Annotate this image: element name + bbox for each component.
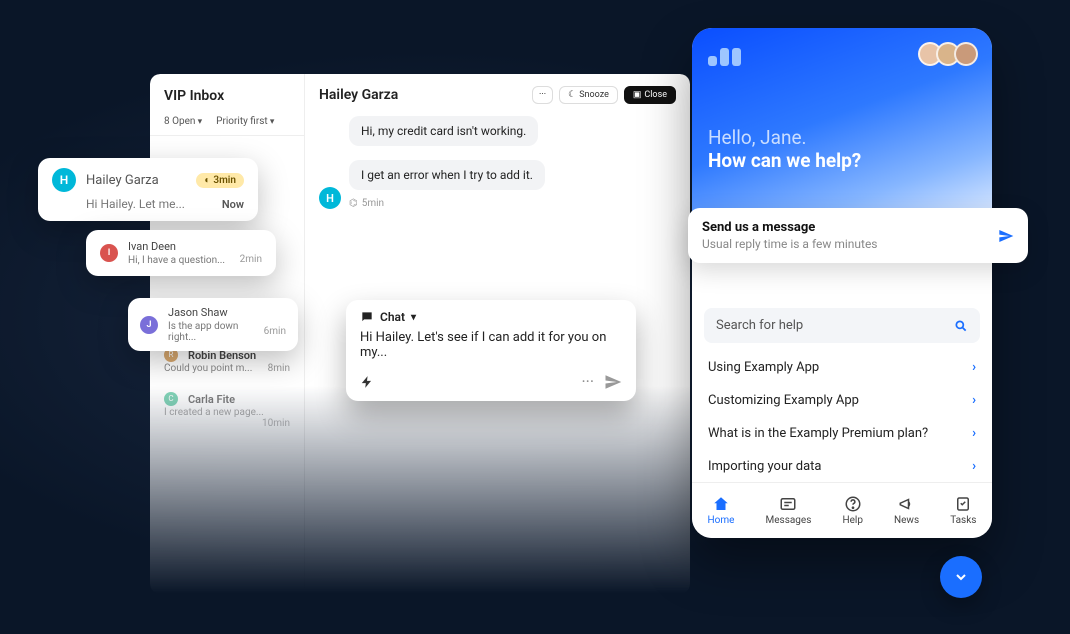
avatar-initial: J <box>140 316 158 334</box>
message-bubble: I get an error when I try to add it. <box>349 160 545 190</box>
snooze-button[interactable]: ☾ Snooze <box>559 86 618 104</box>
avatar-initial: I <box>100 244 118 262</box>
message-bubble: Hi, my credit card isn't working. <box>349 116 538 146</box>
close-button[interactable]: ▣ Close <box>624 86 676 104</box>
tasks-icon <box>954 495 972 513</box>
card-name: Hailey Garza <box>86 173 159 188</box>
card-time: 2min <box>230 254 262 265</box>
team-avatars <box>924 42 978 66</box>
conversation-contact: Hailey Garza <box>319 87 398 103</box>
messages-icon <box>779 495 797 513</box>
home-icon <box>712 495 730 513</box>
help-article-list: Using Examply App› Customizing Examply A… <box>704 351 980 483</box>
filter-sort[interactable]: Priority first <box>216 116 274 127</box>
channel-label: Chat <box>380 310 405 324</box>
prompt-text: How can we help? <box>708 149 976 172</box>
greeting-text: Hello, Jane. <box>708 126 976 149</box>
inbox-item-time: 8min <box>268 363 290 374</box>
cta-title: Send us a message <box>702 220 878 235</box>
seen-icon: ⌬ <box>349 198 358 209</box>
chevron-right-icon: › <box>972 459 976 474</box>
conversation-card[interactable]: I Ivan Deen Hi, I have a question... 2mi… <box>86 230 276 276</box>
search-icon <box>954 319 968 333</box>
chevron-down-icon <box>953 569 969 585</box>
messenger-launcher[interactable] <box>940 556 982 598</box>
send-icon[interactable] <box>604 373 622 391</box>
inbox-item-name: Carla Fite <box>188 393 235 406</box>
cta-subtitle: Usual reply time is a few minutes <box>702 237 878 251</box>
app-stage: VIP Inbox 8 Open Priority first R Robin … <box>0 0 1070 634</box>
help-article[interactable]: Using Examply App› <box>704 351 980 384</box>
avatar <box>954 42 978 66</box>
card-snippet: Hi, I have a question... <box>128 255 225 266</box>
help-search[interactable]: Search for help <box>704 308 980 343</box>
help-icon <box>844 495 862 513</box>
contact-avatar: H <box>319 187 341 209</box>
inbox-item-snippet: I created a new page... <box>164 407 264 418</box>
inbox-filters: 8 Open Priority first <box>150 110 304 136</box>
card-name: Jason Shaw <box>168 306 286 319</box>
tab-messages[interactable]: Messages <box>766 495 812 526</box>
inbox-title: VIP Inbox <box>150 74 304 110</box>
more-icon[interactable]: ··· <box>581 372 594 391</box>
card-snippet: Is the app down right... <box>168 321 254 343</box>
send-message-cta[interactable]: Send us a message Usual reply time is a … <box>688 208 1028 263</box>
conversation-card[interactable]: J Jason Shaw Is the app down right... 6m… <box>128 298 298 351</box>
card-name: Ivan Deen <box>128 240 262 253</box>
chevron-right-icon: › <box>972 393 976 408</box>
conversation-card[interactable]: H Hailey Garza 3min Hi Hailey. Let me...… <box>38 158 258 221</box>
avatar-initial: C <box>164 392 178 406</box>
tab-tasks[interactable]: Tasks <box>950 495 976 526</box>
help-article[interactable]: Customizing Examply App› <box>704 384 980 417</box>
inbox-item-snippet: Could you point m... <box>164 363 252 374</box>
inbox-item-time: 10min <box>262 418 290 429</box>
reply-composer[interactable]: Chat ▾ Hi Hailey. Let's see if I can add… <box>346 300 636 401</box>
message-meta: ⌬ 5min <box>349 198 545 209</box>
messenger-hero: Hello, Jane. How can we help? <box>692 28 992 228</box>
moon-icon: ☾ <box>568 90 576 100</box>
card-time: 6min <box>254 326 286 337</box>
card-snippet: Hi Hailey. Let me... <box>86 197 185 211</box>
archive-icon: ▣ <box>633 90 642 100</box>
megaphone-icon <box>898 495 916 513</box>
inbox-item[interactable]: C Carla Fite I created a new page...10mi… <box>150 380 304 424</box>
send-icon <box>998 228 1014 244</box>
help-article[interactable]: What is in the Examply Premium plan?› <box>704 417 980 450</box>
chat-icon <box>360 310 374 324</box>
tab-news[interactable]: News <box>894 495 919 526</box>
help-article[interactable]: Importing your data› <box>704 450 980 483</box>
search-placeholder: Search for help <box>716 318 803 333</box>
chevron-down-icon[interactable]: ▾ <box>411 312 416 323</box>
lightning-icon[interactable] <box>360 375 374 389</box>
filter-open[interactable]: 8 Open <box>164 116 202 127</box>
card-time: Now <box>222 198 244 211</box>
more-button[interactable]: ··· <box>532 86 553 104</box>
messenger-body: Search for help Using Examply App› Custo… <box>704 308 980 483</box>
chevron-right-icon: › <box>972 360 976 375</box>
sla-pill: 3min <box>196 173 244 188</box>
chevron-right-icon: › <box>972 426 976 441</box>
avatar-initial: H <box>52 168 76 192</box>
tab-home[interactable]: Home <box>708 495 735 526</box>
messenger-widget: Hello, Jane. How can we help? Search for… <box>692 28 992 538</box>
tab-help[interactable]: Help <box>842 495 862 526</box>
messenger-tabs: Home Messages Help News Tasks <box>692 482 992 538</box>
composer-text[interactable]: Hi Hailey. Let's see if I can add it for… <box>360 330 622 360</box>
